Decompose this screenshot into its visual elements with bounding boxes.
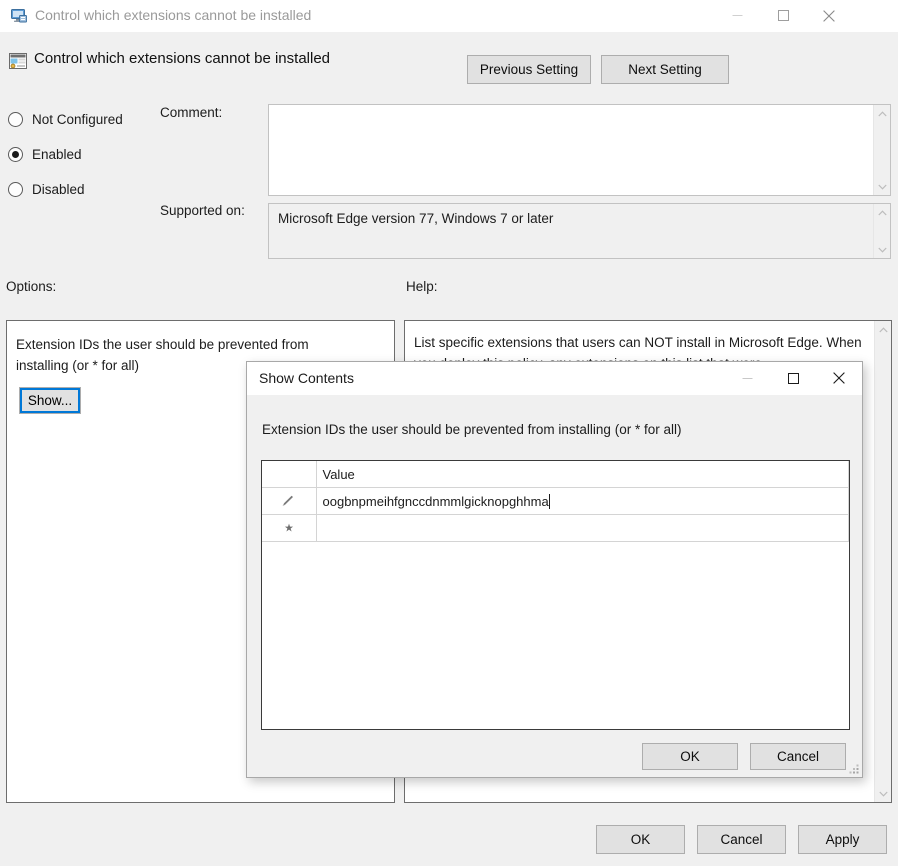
scroll-down-icon[interactable] (874, 178, 891, 195)
scroll-up-icon[interactable] (875, 321, 892, 338)
table-row[interactable] (262, 515, 849, 542)
close-icon (816, 372, 862, 384)
radio-enabled-label: Enabled (32, 147, 82, 162)
close-icon (806, 10, 852, 22)
apply-button[interactable]: Apply (798, 825, 887, 854)
modal-titlebar: Show Contents (247, 362, 862, 395)
minimize-icon (724, 373, 770, 384)
radio-enabled-mark (8, 147, 23, 162)
show-button[interactable]: Show... (19, 387, 81, 414)
pencil-edit-icon (262, 488, 316, 515)
supported-on-scrollbar[interactable] (873, 204, 890, 258)
radio-disabled[interactable]: Disabled (8, 179, 85, 199)
show-contents-dialog: Show Contents Extension (246, 361, 863, 778)
comment-field[interactable] (268, 104, 891, 196)
modal-close-button[interactable] (816, 362, 862, 394)
new-row-asterisk-icon (262, 515, 316, 542)
radio-not-configured-mark (8, 112, 23, 127)
scroll-down-icon[interactable] (874, 241, 891, 258)
grid-header-value: Value (316, 461, 849, 488)
maximize-icon (770, 373, 816, 384)
minimize-icon (714, 10, 760, 21)
modal-ok-button[interactable]: OK (642, 743, 738, 770)
value-cell[interactable] (316, 515, 849, 542)
monitor-policy-icon (10, 7, 28, 25)
modal-cancel-button[interactable]: Cancel (750, 743, 846, 770)
next-setting-button[interactable]: Next Setting (601, 55, 729, 84)
modal-maximize-button[interactable] (770, 362, 816, 394)
radio-enabled[interactable]: Enabled (8, 144, 82, 164)
radio-disabled-mark (8, 182, 23, 197)
grid-header-indicator (262, 461, 316, 488)
comment-scrollbar[interactable] (873, 105, 890, 195)
previous-setting-button[interactable]: Previous Setting (467, 55, 591, 84)
help-label: Help: (406, 279, 438, 294)
page-title: Control which extensions cannot be insta… (34, 50, 330, 67)
group-policy-setting-icon (8, 51, 28, 71)
radio-disabled-label: Disabled (32, 182, 85, 197)
radio-not-configured-label: Not Configured (32, 112, 123, 127)
value-cell-text: oogbnpmeihfgnccdnmmlgicknopghhma (323, 494, 549, 509)
scroll-up-icon[interactable] (874, 204, 891, 221)
close-button[interactable] (806, 0, 852, 31)
value-cell[interactable]: oogbnpmeihfgnccdnmmlgicknopghhma (316, 488, 849, 515)
cancel-button[interactable]: Cancel (697, 825, 786, 854)
window-titlebar: Control which extensions cannot be insta… (0, 0, 898, 33)
supported-on-value: Microsoft Edge version 77, Windows 7 or … (278, 211, 553, 226)
minimize-button[interactable] (714, 0, 760, 31)
window-title: Control which extensions cannot be insta… (35, 7, 311, 23)
text-caret (549, 494, 550, 509)
table-row[interactable]: oogbnpmeihfgnccdnmmlgicknopghhma (262, 488, 849, 515)
modal-title: Show Contents (259, 370, 354, 386)
supported-on-field: Microsoft Edge version 77, Windows 7 or … (268, 203, 891, 259)
supported-on-label: Supported on: (160, 203, 245, 218)
comment-label: Comment: (160, 105, 222, 120)
resize-grip-icon[interactable] (848, 763, 860, 775)
scroll-up-icon[interactable] (874, 105, 891, 122)
values-grid[interactable]: Value oogbnpmeihfgnccdnmmlgicknopghhma (261, 460, 850, 730)
maximize-icon (760, 10, 806, 21)
modal-minimize-button[interactable] (724, 362, 770, 394)
scroll-down-icon[interactable] (875, 785, 892, 802)
help-scrollbar[interactable] (874, 321, 891, 802)
options-label: Options: (6, 279, 56, 294)
maximize-button[interactable] (760, 0, 806, 31)
modal-description: Extension IDs the user should be prevent… (262, 422, 681, 437)
ok-button[interactable]: OK (596, 825, 685, 854)
radio-not-configured[interactable]: Not Configured (8, 109, 123, 129)
grid-header-row: Value (262, 461, 849, 488)
